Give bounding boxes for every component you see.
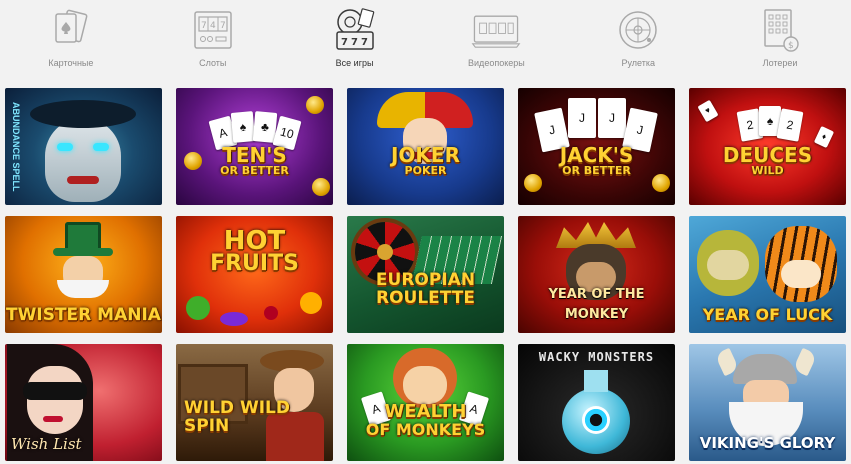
lips [43,416,63,422]
game-title: TEN'S OR BETTER [220,143,289,177]
lottery-ticket-icon: $ [764,9,799,52]
game-title: DEUCES WILD [722,143,813,177]
game-tile-vikings-glory[interactable]: VIKING'S GLORY [689,344,846,461]
game-tile-jacks-or-better[interactable]: J J J J JACK'S OR BETTER [518,88,675,205]
category-bar: Карточные 7 4 7 Слоты 7 7 7 Все игры Вид… [0,0,851,80]
roulette-icon [619,11,657,49]
game-tile-wish-list[interactable]: Wish List [5,344,162,461]
game-title: TWISTER MANIA [6,305,161,325]
flask-neck [584,370,608,392]
category-slots[interactable]: 7 4 7 Слоты [153,0,273,68]
game-title: ABUNDANCE SPELL [11,101,21,192]
games-grid: ABUNDANCE SPELL A ♠ ♣ 10 TEN'S OR BETTER… [5,88,846,461]
monkey-muzzle [707,250,749,280]
game-tile-europian-roulette[interactable]: EUROPIAN ROULETTE [347,216,504,333]
game-tile-deuces-wild[interactable]: 2 ♠ 2 ♥ ♦ DEUCES WILD [689,88,846,205]
category-label: Видеопокеры [468,58,525,68]
category-label: Карточные [48,58,94,68]
category-cards[interactable]: Карточные [11,0,131,68]
svg-text:7: 7 [220,21,226,31]
svg-text:7: 7 [201,21,207,31]
svg-text:7: 7 [351,37,358,48]
game-tile-year-of-the-monkey[interactable]: YEAR OF THE MONKEY [518,216,675,333]
all-games-icon: 7 7 7 [335,8,374,50]
cherry [264,306,278,320]
game-tile-year-of-luck[interactable]: YEAR OF LUCK [689,216,846,333]
category-label: Слоты [199,58,227,68]
game-title: HOT FRUITS [210,226,299,276]
eye-left [57,143,73,151]
beard [57,280,109,298]
game-tile-abundance-spell[interactable]: ABUNDANCE SPELL [5,88,162,205]
woman-face [27,366,83,434]
game-title: WEALTH OF MONKEYS [365,401,486,439]
svg-text:7: 7 [341,37,348,48]
game-title: JOKER POKER [390,143,460,177]
hat-brim [53,248,113,256]
category-video-poker[interactable]: Видеопокеры [436,0,556,68]
game-title: WACKY MONSTERS [538,350,655,364]
game-title: EUROPIAN ROULETTE [375,270,476,308]
video-poker-icon [471,15,521,48]
game-tile-wacky-monsters[interactable]: WACKY MONSTERS [518,344,675,461]
svg-text:4: 4 [210,21,216,31]
game-title: YEAR OF THE MONKEY [548,287,645,322]
category-label: Рулетка [621,58,655,68]
hat [30,100,136,128]
sunglasses-icon [23,382,87,400]
game-tile-wild-wild-spin[interactable]: WILD WILD SPIN [176,344,333,461]
game-tile-tens-or-better[interactable]: A ♠ ♣ 10 TEN'S OR BETTER [176,88,333,205]
game-title: VIKING'S GLORY [699,434,836,452]
category-label: Все игры [335,58,374,68]
card: ♥ [697,99,719,123]
game-tile-twister-mania[interactable]: TWISTER MANIA [5,216,162,333]
svg-text:7: 7 [361,37,368,48]
eye-right [93,143,109,151]
category-lottery[interactable]: $ Лотереи [720,0,840,68]
svg-text:$: $ [788,41,794,51]
category-roulette[interactable]: Рулетка [578,0,698,68]
eye-icon [582,406,610,434]
tiger-muzzle [781,260,821,288]
slot-machine-icon: 7 4 7 [193,11,232,49]
category-all-games[interactable]: 7 7 7 Все игры [295,0,415,68]
game-title: JACK'S OR BETTER [559,143,634,177]
coin [306,96,324,114]
lips [67,176,99,184]
playing-cards-icon [55,9,88,43]
category-label: Лотереи [762,58,798,68]
horn-right [792,347,818,377]
game-tile-joker-poker[interactable]: JOKER POKER [347,88,504,205]
game-tile-wealth-of-monkeys[interactable]: A A WEALTH OF MONKEYS [347,344,504,461]
game-title: Wish List [11,435,82,453]
game-title: WILD WILD SPIN [184,398,290,436]
game-title: YEAR OF LUCK [702,305,833,324]
game-tile-hot-fruits[interactable]: HOT FRUITS [176,216,333,333]
character-face [45,118,121,202]
grapes [220,312,248,326]
watermelon [186,296,210,320]
